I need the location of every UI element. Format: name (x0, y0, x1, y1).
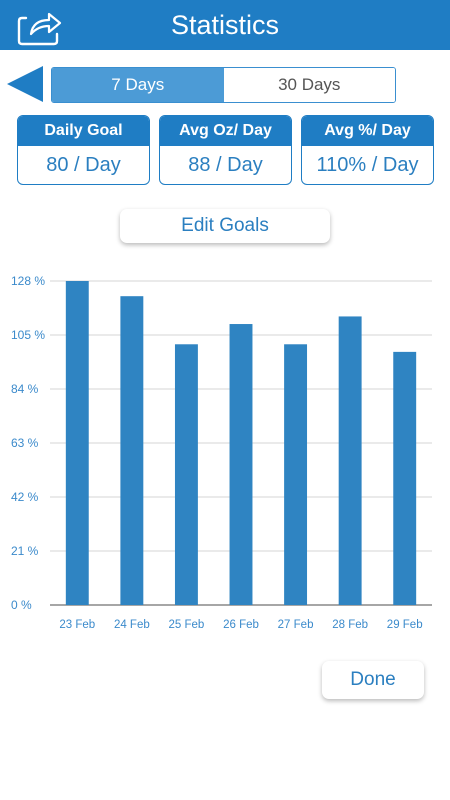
bar (120, 296, 144, 605)
x-tick-label: 29 Feb (387, 619, 423, 631)
avg-oz-title: Avg Oz/ Day (160, 116, 291, 146)
bar (65, 281, 89, 605)
daily-goal-value: 80 / Day (46, 154, 121, 176)
avg-percent-title: Avg %/ Day (302, 116, 433, 146)
share-icon (17, 12, 62, 46)
y-tick-label: 63 % (11, 436, 39, 450)
y-tick-label: 42 % (11, 490, 39, 504)
x-tick-label: 25 Feb (169, 619, 205, 631)
y-tick-label: 84 % (11, 382, 39, 396)
daily-goal-title: Daily Goal (18, 116, 149, 146)
x-tick-label: 24 Feb (114, 619, 150, 631)
avg-percent-value: 110% / Day (316, 154, 419, 176)
bar (174, 344, 198, 605)
y-tick-label: 105 % (11, 328, 45, 342)
back-button[interactable] (4, 63, 46, 105)
share-button[interactable] (14, 4, 64, 46)
bar (229, 324, 253, 605)
y-tick-label: 128 % (11, 274, 45, 288)
x-tick-label: 28 Feb (332, 619, 368, 631)
avg-percent-card: Avg %/ Day 110% / Day (301, 115, 434, 185)
bar (284, 344, 308, 605)
tab-7-days[interactable]: 7 Days (52, 68, 224, 102)
avg-oz-card: Avg Oz/ Day 88 / Day (159, 115, 292, 185)
done-button[interactable]: Done (322, 661, 424, 699)
y-tick-label: 0 % (11, 598, 32, 612)
y-tick-label: 21 % (11, 544, 39, 558)
x-tick-label: 26 Feb (223, 619, 259, 631)
page-title: Statistics (170, 10, 280, 40)
daily-goal-card: Daily Goal 80 / Day (17, 115, 150, 185)
back-arrow-icon (7, 66, 43, 102)
bar (338, 316, 362, 605)
nav-bar: Statistics (0, 0, 450, 50)
tab-30-days[interactable]: 30 Days (223, 68, 395, 102)
percent-bar-chart: 0 % 21 % 42 % 63 % 84 % 105 % 128 % 23 Feb 24 Fe… (11, 274, 432, 631)
x-tick-label: 27 Feb (278, 619, 314, 631)
edit-goals-button[interactable]: Edit Goals (120, 209, 330, 243)
bar (393, 351, 417, 605)
avg-oz-value: 88 / Day (188, 154, 263, 176)
x-tick-label: 23 Feb (59, 619, 95, 631)
period-segmented-control: 7 Days 30 Days (51, 67, 396, 103)
